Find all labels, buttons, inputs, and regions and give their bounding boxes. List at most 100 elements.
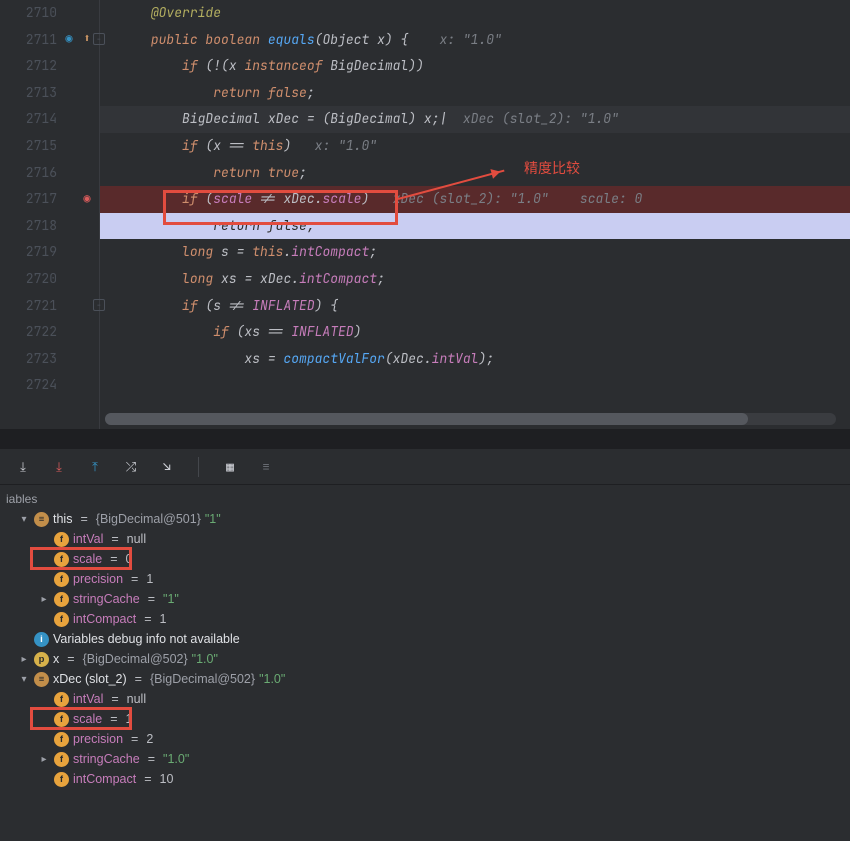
download-frame-icon[interactable]: ⤓ bbox=[14, 458, 32, 476]
param-icon: p bbox=[34, 652, 49, 667]
code-token: = bbox=[268, 350, 284, 367]
chevron-right-icon[interactable]: ▸ bbox=[38, 594, 50, 605]
line-number[interactable]: 2719 bbox=[0, 239, 99, 266]
line-number[interactable]: 2716 bbox=[0, 160, 99, 187]
line-number[interactable]: 2711⬆◉ bbox=[0, 27, 99, 54]
code-line[interactable]: public boolean equals(Object x) { x: "1.… bbox=[100, 27, 850, 54]
variable-row[interactable]: ▸px = {BigDecimal@502} "1.0" bbox=[0, 649, 850, 669]
variable-row[interactable]: ▾≡xDec (slot_2) = {BigDecimal@502} "1.0" bbox=[0, 669, 850, 689]
code-token bbox=[369, 190, 392, 207]
line-number[interactable]: 2710 bbox=[0, 0, 99, 27]
code-token: if bbox=[182, 137, 205, 154]
field-icon: f bbox=[54, 752, 69, 767]
code-line[interactable]: if (xs == INFLATED) bbox=[100, 319, 850, 346]
download-frame-red-icon[interactable]: ⤓ bbox=[50, 458, 68, 476]
code-token: scale bbox=[322, 190, 361, 207]
gutter-marker-icon[interactable]: ◉ bbox=[61, 31, 77, 47]
code-token: ) bbox=[354, 323, 362, 340]
code-line[interactable] bbox=[100, 372, 850, 399]
table-icon[interactable]: ▦ bbox=[221, 458, 239, 476]
variable-row[interactable]: iVariables debug info not available bbox=[0, 629, 850, 649]
equals-sign: = bbox=[111, 532, 118, 546]
line-number[interactable]: 2712 bbox=[0, 53, 99, 80]
line-number[interactable]: 2720 bbox=[0, 266, 99, 293]
code-line[interactable]: if (x == this) x: "1.0" bbox=[100, 133, 850, 160]
field-icon: f bbox=[54, 592, 69, 607]
code-token: ; bbox=[432, 110, 440, 127]
code-token: return bbox=[213, 84, 268, 101]
code-editor[interactable]: 27102711⬆◉271227132714271527162717◉27182… bbox=[0, 0, 850, 429]
variable-row[interactable]: ▸fstringCache = "1.0" bbox=[0, 749, 850, 769]
code-line[interactable]: xs = compactValFor(xDec.intVal); bbox=[100, 346, 850, 373]
line-number[interactable]: 2715 bbox=[0, 133, 99, 160]
code-line[interactable]: if (scale != xDec.scale) xDec (slot_2): … bbox=[100, 186, 850, 213]
code-token: BigDecimal bbox=[330, 57, 408, 74]
code-token: if bbox=[182, 190, 205, 207]
variable-row[interactable]: fprecision = 1 bbox=[0, 569, 850, 589]
code-token bbox=[104, 31, 151, 48]
code-token: ) { bbox=[385, 31, 408, 48]
variable-row[interactable]: fscale = 0 bbox=[0, 549, 850, 569]
variable-name: this bbox=[53, 512, 72, 526]
chevron-down-icon[interactable]: ▾ bbox=[18, 674, 30, 685]
code-token: xs bbox=[244, 323, 267, 340]
code-line[interactable]: if (s != INFLATED) { bbox=[100, 293, 850, 320]
code-line[interactable]: BigDecimal xDec = (BigDecimal) x;| xDec … bbox=[100, 106, 850, 133]
variable-row[interactable]: fprecision = 2 bbox=[0, 729, 850, 749]
variable-name: stringCache bbox=[73, 592, 140, 606]
code-token: == bbox=[268, 323, 291, 340]
variables-panel[interactable]: iables ▾≡this = {BigDecimal@501} "1"fint… bbox=[0, 485, 850, 793]
code-token: ; bbox=[377, 270, 385, 287]
code-token: = bbox=[244, 270, 260, 287]
line-number[interactable]: 2724 bbox=[0, 372, 99, 399]
variable-name: scale bbox=[73, 712, 102, 726]
line-number[interactable]: 2717◉ bbox=[0, 186, 99, 213]
line-number-gutter[interactable]: 27102711⬆◉271227132714271527162717◉27182… bbox=[0, 0, 100, 429]
object-icon: ≡ bbox=[34, 672, 49, 687]
shuffle-small-icon[interactable]: ↘ bbox=[158, 458, 176, 476]
code-token: @Override bbox=[151, 4, 221, 21]
code-token: x bbox=[229, 57, 245, 74]
variable-row[interactable]: fscale = 1 bbox=[0, 709, 850, 729]
code-line[interactable]: return false; bbox=[100, 213, 850, 240]
variable-row[interactable]: ▾≡this = {BigDecimal@501} "1" bbox=[0, 509, 850, 529]
variable-name: precision bbox=[73, 572, 123, 586]
variable-row[interactable]: fintCompact = 1 bbox=[0, 609, 850, 629]
variable-name: stringCache bbox=[73, 752, 140, 766]
shuffle-icon[interactable]: ⤮ bbox=[122, 458, 140, 476]
debug-toolbar: ⤓ ⤓ ⤒ ⤮ ↘ ▦ ≡ bbox=[0, 449, 850, 485]
line-number[interactable]: 2721 bbox=[0, 293, 99, 320]
line-number[interactable]: 2722 bbox=[0, 319, 99, 346]
code-token: x bbox=[424, 110, 432, 127]
chevron-right-icon[interactable]: ▸ bbox=[38, 754, 50, 765]
chevron-down-icon[interactable]: ▾ bbox=[18, 514, 30, 525]
code-token: xDec bbox=[283, 190, 314, 207]
code-line[interactable]: return true; bbox=[100, 160, 850, 187]
variable-row[interactable]: fintVal = null bbox=[0, 689, 850, 709]
code-area[interactable]: @Override public boolean equals(Object x… bbox=[100, 0, 850, 429]
code-token: return bbox=[213, 217, 268, 234]
line-number[interactable]: 2723 bbox=[0, 346, 99, 373]
code-token: compactValFor bbox=[283, 350, 384, 367]
upload-frame-icon[interactable]: ⤒ bbox=[86, 458, 104, 476]
panel-splitter[interactable] bbox=[0, 429, 850, 449]
variable-row[interactable]: fintCompact = 10 bbox=[0, 769, 850, 789]
settings-dim-icon[interactable]: ≡ bbox=[257, 458, 275, 476]
code-line[interactable]: long s = this.intCompact; bbox=[100, 239, 850, 266]
line-number[interactable]: 2718 bbox=[0, 213, 99, 240]
variable-row[interactable]: fintVal = null bbox=[0, 529, 850, 549]
horizontal-scrollbar[interactable] bbox=[105, 413, 836, 425]
variable-row[interactable]: ▸fstringCache = "1" bbox=[0, 589, 850, 609]
scrollbar-thumb[interactable] bbox=[105, 413, 748, 425]
variable-value: "1.0" bbox=[259, 672, 285, 686]
code-line[interactable]: @Override bbox=[100, 0, 850, 27]
code-line[interactable]: if (!(x instanceof BigDecimal)) bbox=[100, 53, 850, 80]
code-token: Object bbox=[322, 31, 377, 48]
code-token bbox=[104, 243, 182, 260]
line-number[interactable]: 2714 bbox=[0, 106, 99, 133]
code-token: if bbox=[182, 297, 205, 314]
chevron-right-icon[interactable]: ▸ bbox=[18, 654, 30, 665]
code-line[interactable]: long xs = xDec.intCompact; bbox=[100, 266, 850, 293]
line-number[interactable]: 2713 bbox=[0, 80, 99, 107]
code-line[interactable]: return false; bbox=[100, 80, 850, 107]
